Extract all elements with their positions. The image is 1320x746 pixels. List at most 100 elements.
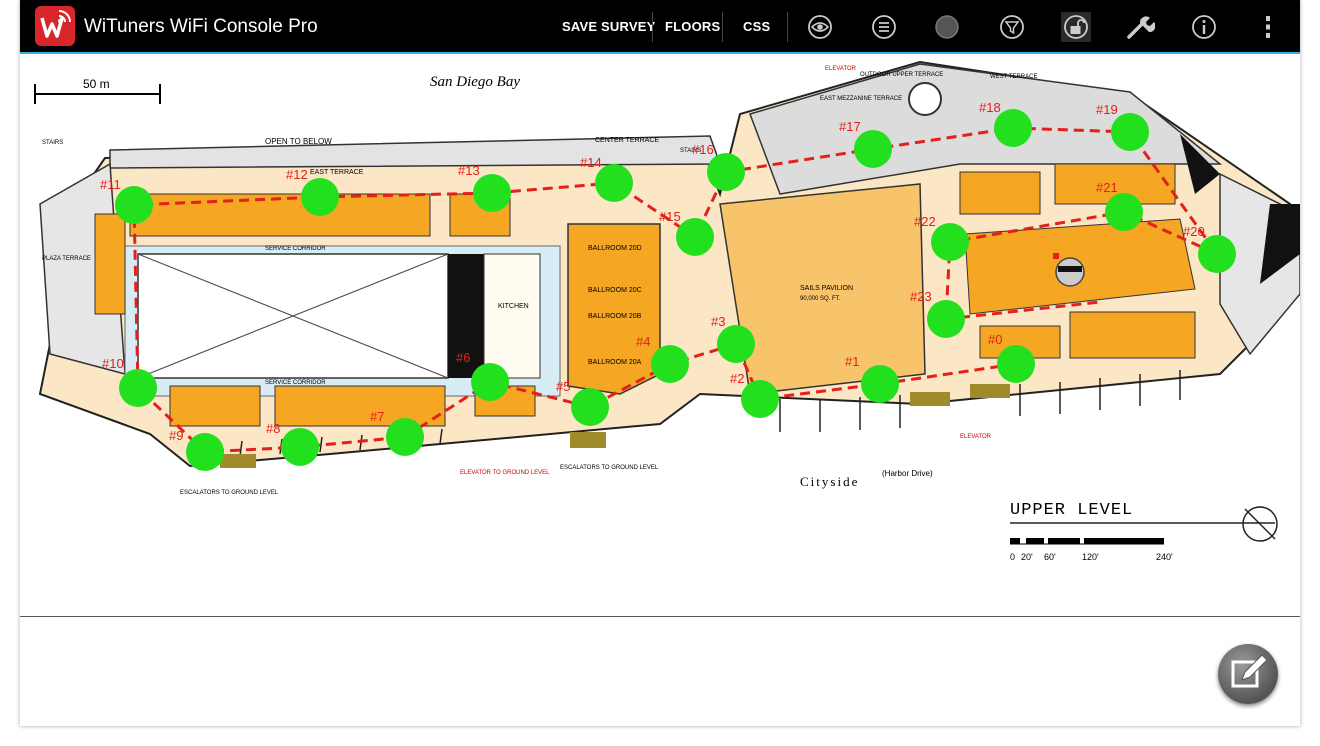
west-terrace-label: WEST TERRACE <box>990 74 1037 80</box>
survey-point-label: #20 <box>1183 224 1205 239</box>
survey-point-label: #12 <box>286 167 308 182</box>
survey-point-marker[interactable] <box>1198 235 1236 273</box>
elevator-label: ELEVATOR <box>825 66 857 72</box>
level-legend: UPPER LEVEL 0 20' 60' 120' 240' <box>1010 501 1278 562</box>
survey-point-label: #10 <box>102 356 124 371</box>
survey-point-marker[interactable] <box>473 174 511 212</box>
ballroom-20a-label: BALLROOM 20A <box>588 359 642 366</box>
survey-point-label: #17 <box>839 119 861 134</box>
edit-fab-button[interactable] <box>1218 644 1278 704</box>
survey-point-marker[interactable] <box>741 380 779 418</box>
service-corridor-label: SERVICE CORRIDOR <box>265 246 326 252</box>
elevator-label: ELEVATOR <box>960 434 992 440</box>
survey-point-label: #21 <box>1096 180 1118 195</box>
survey-point-label: #13 <box>458 163 480 178</box>
rotunda <box>908 82 942 116</box>
center-terrace-label: CENTER TERRACE <box>595 137 659 144</box>
survey-point-marker[interactable] <box>676 218 714 256</box>
scale-tick: 20' <box>1021 552 1033 562</box>
survey-point-marker[interactable] <box>281 428 319 466</box>
stairs-label: STAIRS <box>42 140 63 146</box>
sails-pavilion-label: SAILS PAVILION <box>800 285 853 292</box>
survey-point-marker[interactable] <box>707 153 745 191</box>
app-window: WiTuners WiFi Console Pro SAVE SURVEY FL… <box>20 0 1300 726</box>
survey-point-marker[interactable] <box>997 345 1035 383</box>
elevator-ground-label: ELEVATOR TO GROUND LEVEL <box>460 470 550 476</box>
escalators-ground-label: ESCALATORS TO GROUND LEVEL <box>560 465 659 471</box>
survey-point-marker[interactable] <box>931 223 969 261</box>
escalator-hatch <box>220 454 256 468</box>
sails-area-label: 90,000 SQ. FT. <box>800 296 841 302</box>
app-logo-icon[interactable] <box>35 6 75 46</box>
ballroom-20b-label: BALLROOM 20B <box>588 313 642 320</box>
survey-point-marker[interactable] <box>861 365 899 403</box>
info-icon[interactable] <box>1189 12 1219 42</box>
eye-icon[interactable] <box>805 12 835 42</box>
survey-point-marker[interactable] <box>1111 113 1149 151</box>
service-corridor-label: SERVICE CORRIDOR <box>265 380 326 386</box>
scale-bar: 50 m <box>34 77 161 104</box>
survey-point-label: #0 <box>988 332 1002 347</box>
divider <box>787 12 788 42</box>
survey-point-label: #11 <box>100 177 121 192</box>
filter-icon[interactable] <box>997 12 1027 42</box>
survey-point-label: #19 <box>1096 102 1118 117</box>
survey-point-label: #15 <box>659 209 681 224</box>
unlock-icon[interactable] <box>1061 12 1091 42</box>
survey-point-marker[interactable] <box>471 363 509 401</box>
survey-point-label: #1 <box>845 354 859 369</box>
escalator-hatch <box>910 392 950 406</box>
edit-icon <box>1231 654 1268 688</box>
survey-point-marker[interactable] <box>717 325 755 363</box>
survey-point-label: #5 <box>556 379 570 394</box>
action-bar: WiTuners WiFi Console Pro SAVE SURVEY FL… <box>20 0 1300 54</box>
survey-point-marker[interactable] <box>854 130 892 168</box>
survey-point-marker[interactable] <box>1105 193 1143 231</box>
survey-point-label: #7 <box>370 409 384 424</box>
survey-point-label: #2 <box>730 371 744 386</box>
cityside-label: Cityside <box>800 474 859 489</box>
floors-button[interactable]: FLOORS <box>665 19 720 34</box>
survey-point-label: #16 <box>692 142 714 157</box>
escalator-hatch <box>970 384 1010 398</box>
floor-plan-canvas[interactable]: 50 m San Diego Bay OPEN TO BELOW CENTER … <box>20 54 1300 616</box>
survey-point-marker[interactable] <box>186 433 224 471</box>
overflow-menu-icon[interactable] <box>1253 12 1283 42</box>
survey-point-label: #22 <box>914 214 936 229</box>
css-button[interactable]: CSS <box>743 19 770 34</box>
scale-tick: 60' <box>1044 552 1056 562</box>
app-title: WiTuners WiFi Console Pro <box>84 16 318 37</box>
floor-plan-map[interactable]: 50 m San Diego Bay OPEN TO BELOW CENTER … <box>20 54 1300 616</box>
survey-point-marker[interactable] <box>651 345 689 383</box>
scale-tick: 0 <box>1010 552 1015 562</box>
survey-point-marker[interactable] <box>119 369 157 407</box>
ballroom-20d-label: BALLROOM 20D <box>588 245 642 252</box>
save-survey-button[interactable]: SAVE SURVEY <box>562 19 655 34</box>
survey-point-label: #6 <box>456 350 470 365</box>
east-mezzanine-label: EAST MEZZANINE TERRACE <box>820 96 902 102</box>
survey-point-marker[interactable] <box>571 388 609 426</box>
map-bottom-divider <box>20 616 1300 617</box>
survey-point-label: #3 <box>711 314 725 329</box>
level-label: UPPER LEVEL <box>1010 501 1133 520</box>
survey-point-marker[interactable] <box>386 418 424 456</box>
divider <box>652 12 653 42</box>
list-icon[interactable] <box>869 12 899 42</box>
wrench-icon[interactable] <box>1125 12 1155 42</box>
kitchen-label: KITCHEN <box>498 303 529 310</box>
scale-tick: 240' <box>1156 552 1173 562</box>
survey-point-marker[interactable] <box>301 178 339 216</box>
plaza-terrace-label: PLAZA TERRACE <box>42 256 91 262</box>
escalator-hatch <box>570 432 606 448</box>
survey-point-marker[interactable] <box>927 300 965 338</box>
record-icon[interactable] <box>932 12 962 42</box>
escalators-ground-label: ESCALATORS TO GROUND LEVEL <box>180 490 279 496</box>
east-terrace-label: EAST TERRACE <box>310 169 364 176</box>
harbor-drive-label: (Harbor Drive) <box>882 469 933 478</box>
divider <box>722 12 723 42</box>
survey-point-label: #18 <box>979 100 1001 115</box>
outdoor-terrace-label: OUTDOOR UPPER TERRACE <box>860 72 943 78</box>
open-hall <box>137 253 541 379</box>
bay-label: San Diego Bay <box>430 74 520 90</box>
scale-tick: 120' <box>1082 552 1099 562</box>
